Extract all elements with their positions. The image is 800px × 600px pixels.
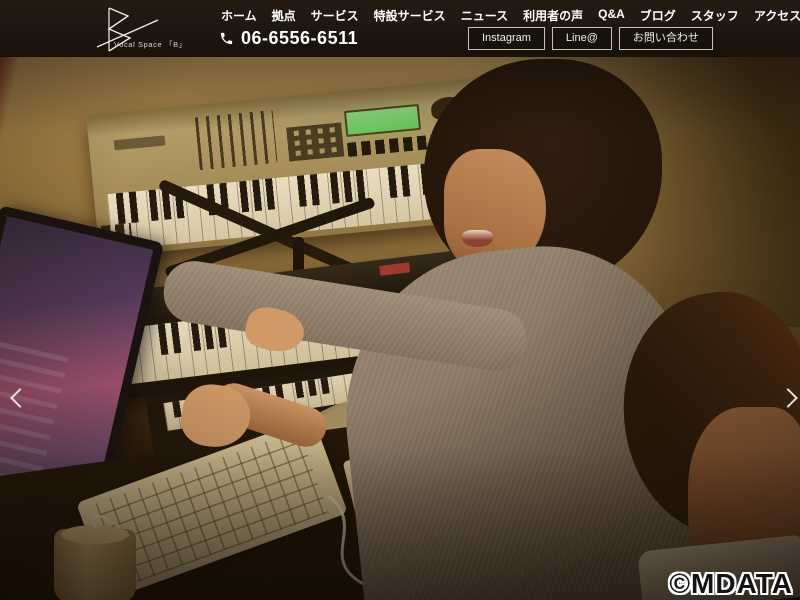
nav-item-staff[interactable]: スタッフ [691, 7, 739, 24]
photo-vignette [0, 57, 800, 600]
nav-item-user-voices[interactable]: 利用者の声 [523, 7, 583, 24]
nav-item-qa[interactable]: Q&A [598, 7, 625, 24]
line-button[interactable]: Line@ [551, 27, 612, 51]
phone-icon [220, 32, 233, 45]
instagram-button[interactable]: Instagram [468, 27, 545, 51]
page: Vocal Space 「B」 ホーム 拠点 サービス 特設サービス ニュース … [0, 0, 800, 600]
chevron-left-icon [10, 388, 30, 408]
main-nav: ホーム 拠点 サービス 特設サービス ニュース 利用者の声 Q&A ブログ スタ… [221, 7, 800, 24]
carousel-prev-button[interactable] [8, 386, 34, 412]
watermark: ©MDATA [669, 568, 793, 599]
site-logo[interactable]: Vocal Space 「B」 [94, 3, 204, 55]
nav-item-services[interactable]: サービス [311, 7, 359, 24]
site-header: Vocal Space 「B」 ホーム 拠点 サービス 特設サービス ニュース … [0, 0, 800, 57]
nav-item-special-services[interactable]: 特設サービス [374, 7, 446, 24]
phone-number: 06-6556-6511 [241, 28, 359, 48]
carousel-next-button[interactable] [776, 386, 800, 412]
nav-item-home[interactable]: ホーム [221, 7, 257, 24]
contact-button[interactable]: お問い合わせ [618, 27, 713, 51]
nav-item-news[interactable]: ニュース [461, 7, 508, 24]
phone-contact[interactable]: 06-6556-6511 [219, 28, 358, 49]
chevron-right-icon [778, 388, 798, 408]
header-action-buttons: Instagram Line@ お問い合わせ [468, 27, 713, 51]
nav-item-locations[interactable]: 拠点 [272, 7, 296, 24]
site-logo-text: Vocal Space 「B」 [114, 40, 187, 49]
nav-item-access[interactable]: アクセス [754, 7, 800, 24]
hero-carousel-image [0, 57, 800, 600]
nav-item-blog[interactable]: ブログ [640, 7, 676, 24]
